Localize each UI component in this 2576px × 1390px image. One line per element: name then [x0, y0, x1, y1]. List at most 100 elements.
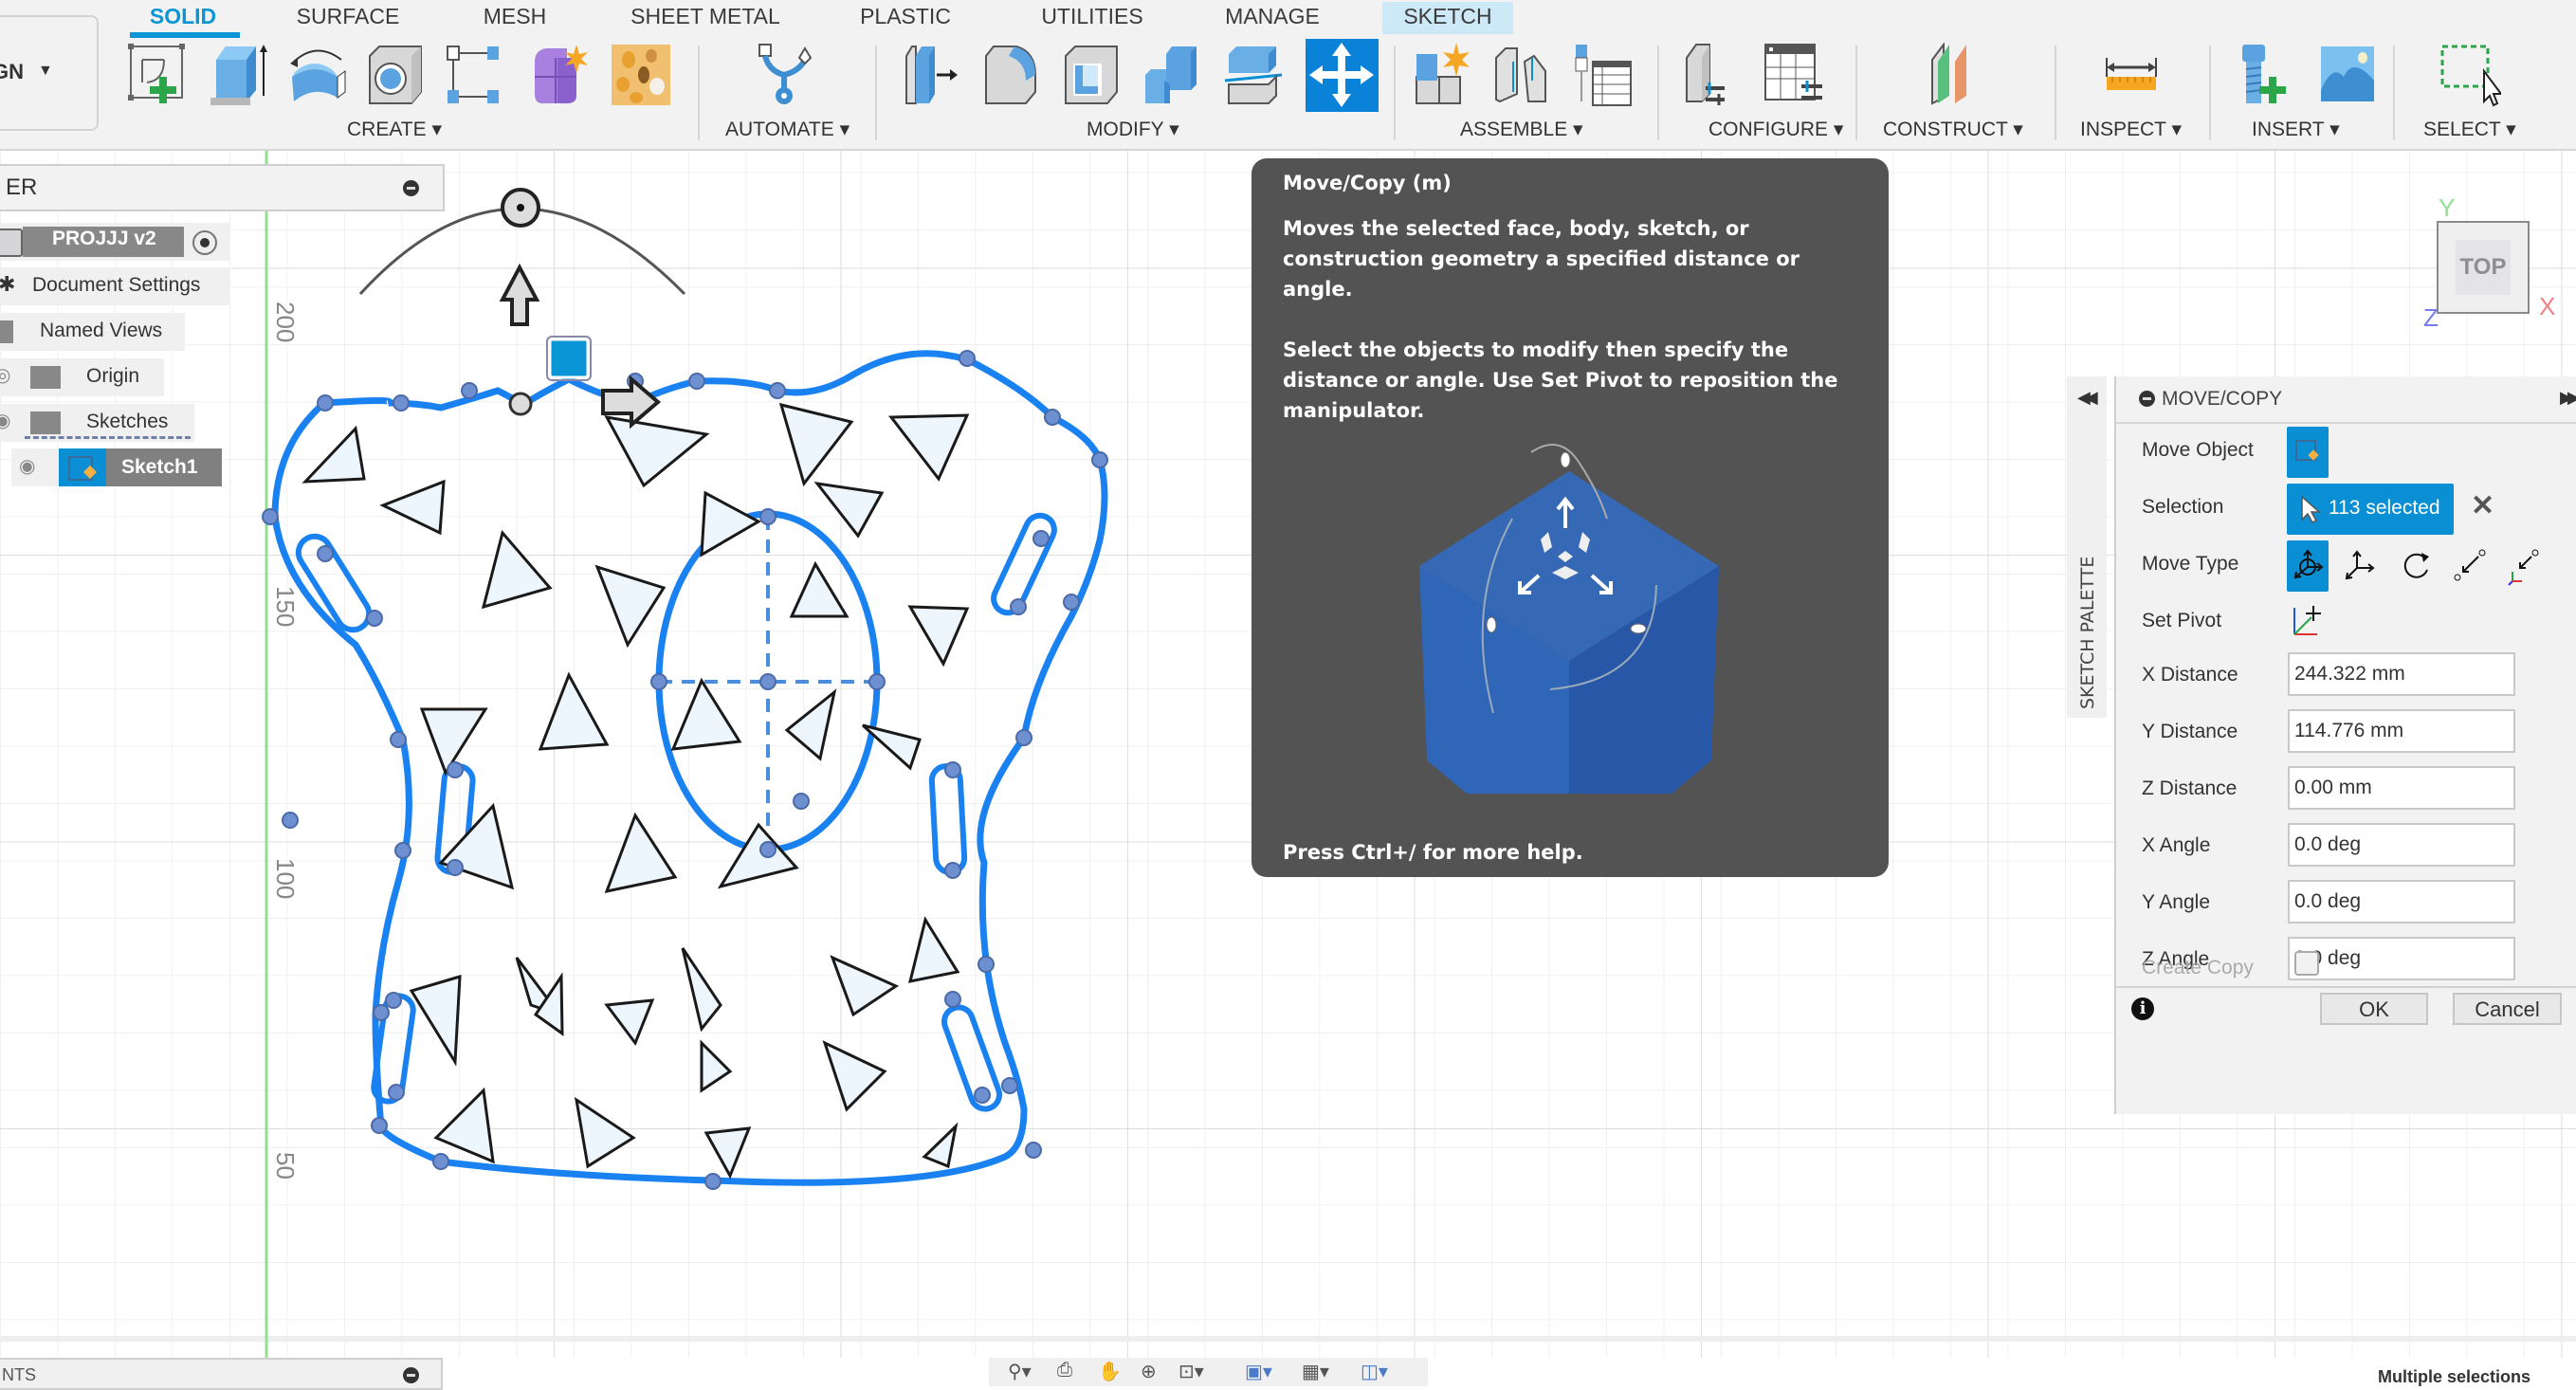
new-component-icon[interactable]: [1415, 43, 1477, 107]
browser-item-origin[interactable]: ◎ Origin: [0, 358, 164, 396]
rectangular-pattern-icon[interactable]: [444, 43, 506, 107]
sketch-point[interactable]: [373, 1004, 390, 1021]
expand-icon[interactable]: [403, 1367, 419, 1383]
shell-icon[interactable]: [1062, 43, 1124, 107]
point-to-point-icon[interactable]: [2452, 545, 2490, 587]
modify-menu[interactable]: MODIFY ▾: [1087, 118, 1179, 141]
z-angle-input[interactable]: [2288, 937, 2515, 980]
sketch-point[interactable]: [385, 992, 402, 1009]
sketch-point[interactable]: [366, 610, 383, 627]
viewports-icon[interactable]: ◫▾: [1361, 1360, 1388, 1383]
sketch-point[interactable]: [371, 1117, 388, 1134]
automate-menu[interactable]: AUTOMATE ▾: [725, 118, 850, 141]
move-copy-button[interactable]: [1306, 39, 1379, 112]
tab-utilities[interactable]: UTILITIES: [1033, 2, 1151, 34]
sketch-point[interactable]: [704, 1173, 722, 1190]
create-form-icon[interactable]: [529, 43, 592, 107]
sketch-point[interactable]: [977, 956, 995, 973]
configuration-table-icon[interactable]: [1763, 43, 1826, 107]
construct-menu[interactable]: CONSTRUCT ▾: [1883, 118, 2023, 141]
window-select-icon[interactable]: [2439, 43, 2501, 107]
inspect-menu[interactable]: INSPECT ▾: [2080, 118, 2182, 141]
create-copy-checkbox[interactable]: [2294, 951, 2319, 976]
browser-item-sketches[interactable]: ◉ Sketches: [0, 404, 194, 442]
sketch-point[interactable]: [432, 1153, 449, 1170]
eye-icon[interactable]: ◉: [19, 454, 35, 478]
sketch-point[interactable]: [1044, 409, 1061, 426]
expand-right-icon[interactable]: ▶▶: [2560, 388, 2576, 408]
point-to-position-icon[interactable]: [2507, 545, 2545, 587]
sketch-point[interactable]: [1025, 1142, 1042, 1159]
sketch-point[interactable]: [688, 373, 705, 390]
sketch-point[interactable]: [1001, 1077, 1018, 1094]
insert-canvas-icon[interactable]: [2317, 43, 2380, 107]
revolve-icon[interactable]: [286, 43, 349, 107]
sketch-point[interactable]: [944, 862, 961, 879]
x-angle-input[interactable]: [2288, 823, 2515, 867]
panel-collapse-icon[interactable]: [2139, 391, 2155, 407]
y-angle-input[interactable]: [2288, 880, 2515, 924]
selection-button[interactable]: 113 selected: [2287, 484, 2454, 535]
sketch-point[interactable]: [282, 812, 299, 829]
assemble-menu[interactable]: ASSEMBLE ▾: [1460, 118, 1583, 141]
browser-item-document-settings[interactable]: ✱ Document Settings: [0, 267, 230, 305]
sketch-palette-tab[interactable]: ◀◀ SKETCH PALETTE: [2067, 376, 2107, 718]
sketch-point[interactable]: [1091, 451, 1108, 468]
sketch-point[interactable]: [944, 761, 961, 778]
sketch-point[interactable]: [759, 508, 776, 525]
automate-icon[interactable]: [756, 43, 818, 107]
sketch-point[interactable]: [793, 793, 810, 810]
sketch-point[interactable]: [317, 394, 334, 412]
offset-plane-icon[interactable]: [1925, 43, 1987, 107]
sketch-point[interactable]: [759, 673, 776, 690]
manipulator-origin[interactable]: [508, 392, 533, 416]
tab-sheet-metal[interactable]: SHEET METAL: [630, 2, 780, 34]
tab-plastic[interactable]: PLASTIC: [858, 2, 953, 34]
sketch-point[interactable]: [447, 761, 464, 778]
grid-settings-icon[interactable]: ▦▾: [1302, 1360, 1329, 1383]
y-distance-input[interactable]: [2288, 709, 2515, 753]
view-cube-face-top[interactable]: TOP: [2456, 240, 2511, 295]
extrude-icon[interactable]: [209, 43, 271, 107]
sketch-point[interactable]: [461, 382, 478, 399]
select-menu[interactable]: SELECT ▾: [2423, 118, 2516, 141]
insert-mcmaster-icon[interactable]: [2240, 43, 2303, 107]
browser-item-sketch1[interactable]: ◉ Sketch1: [11, 448, 222, 486]
display-settings-icon[interactable]: ▣▾: [1245, 1360, 1272, 1383]
configure-menu[interactable]: CONFIGURE ▾: [1708, 118, 1843, 141]
sketch-point[interactable]: [388, 1084, 405, 1101]
tab-sketch[interactable]: SKETCH: [1382, 2, 1513, 34]
sketch-point[interactable]: [262, 508, 279, 525]
sketch-point[interactable]: [394, 842, 411, 859]
free-move-handle[interactable]: [548, 338, 590, 379]
browser-item-document[interactable]: PROJJJ v2: [0, 223, 230, 261]
move-object-sketch-button[interactable]: [2287, 427, 2329, 478]
collapse-icon[interactable]: [403, 180, 419, 196]
tab-surface[interactable]: SURFACE: [294, 2, 402, 34]
activate-radio-icon[interactable]: [192, 230, 217, 255]
tab-manage[interactable]: MANAGE: [1223, 2, 1322, 34]
expand-left-icon[interactable]: ◀◀: [2077, 388, 2098, 408]
eye-hidden-icon[interactable]: ◎: [0, 363, 10, 387]
sketch-point[interactable]: [1010, 598, 1027, 615]
sketch-point[interactable]: [1032, 530, 1050, 547]
z-distance-input[interactable]: [2288, 766, 2515, 810]
sketch-point[interactable]: [317, 545, 334, 562]
orbit-icon[interactable]: ⚲▾: [1008, 1360, 1032, 1383]
bill-of-materials-icon[interactable]: [1574, 43, 1636, 107]
create-menu[interactable]: CREATE ▾: [347, 118, 442, 141]
press-pull-icon[interactable]: [903, 43, 965, 107]
translate-icon[interactable]: [2342, 545, 2380, 587]
zoom-icon[interactable]: ⊕: [1141, 1360, 1157, 1383]
view-cube[interactable]: TOP: [2437, 221, 2530, 314]
ok-button[interactable]: OK: [2320, 993, 2428, 1025]
sketch-point[interactable]: [974, 1087, 991, 1104]
browser-item-named-views[interactable]: Named Views: [0, 313, 185, 351]
sketch-point[interactable]: [447, 859, 464, 876]
hole-icon[interactable]: [366, 43, 429, 107]
comments-panel-header[interactable]: NTS: [0, 1358, 443, 1390]
cancel-button[interactable]: Cancel: [2453, 993, 2562, 1025]
set-pivot-icon[interactable]: [2289, 600, 2327, 642]
sketch-point[interactable]: [1063, 594, 1080, 611]
sketch-point[interactable]: [759, 841, 776, 858]
